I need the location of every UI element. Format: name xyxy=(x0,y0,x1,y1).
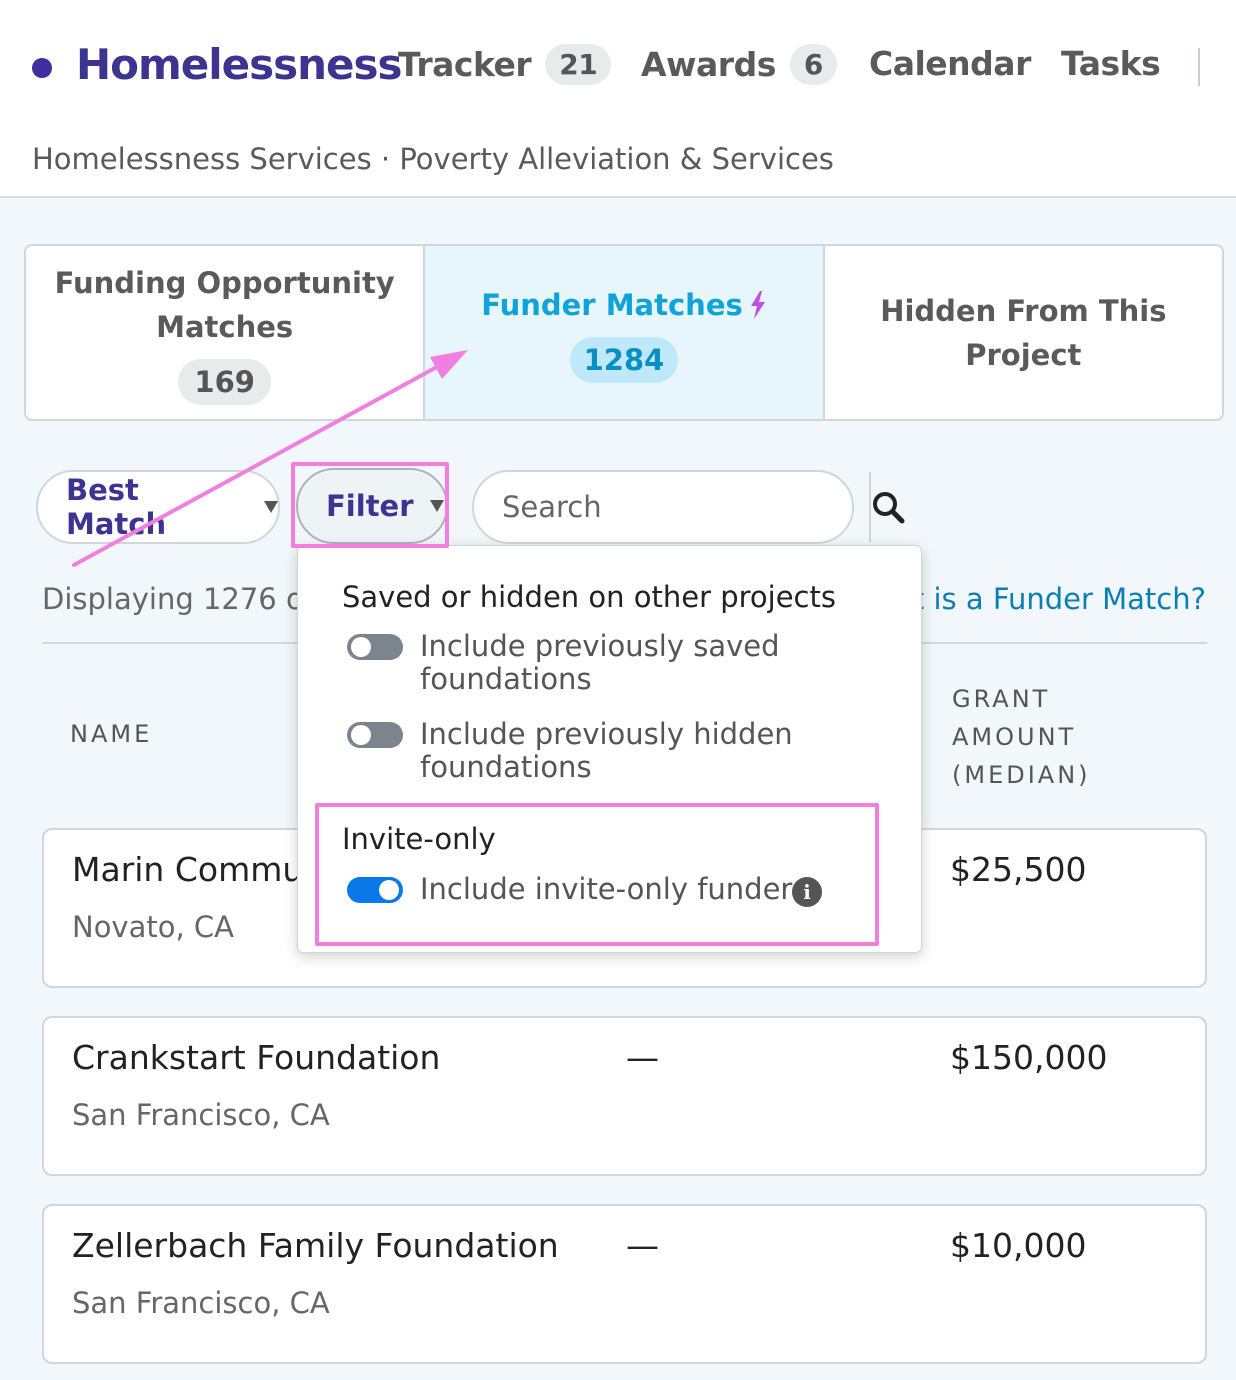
nav-awards[interactable]: Awards 6 xyxy=(641,44,837,85)
top-bar: Homelessness Tracker 21 Awards 6 Calenda… xyxy=(0,0,1236,198)
search-input[interactable] xyxy=(474,472,869,542)
filter-section-heading: Saved or hidden on other projects xyxy=(342,580,836,614)
column-header-line: AMOUNT xyxy=(952,723,1077,751)
funder-location: San Francisco, CA xyxy=(72,1098,330,1132)
tab-label: Funder Matches xyxy=(481,287,743,322)
empty-value: — xyxy=(626,1226,659,1265)
tab-label: Funding Opportunity xyxy=(54,265,395,300)
funder-name[interactable]: Zellerbach Family Foundation xyxy=(72,1226,559,1265)
funder-row[interactable]: Zellerbach Family Foundation San Francis… xyxy=(42,1204,1207,1364)
filter-dropdown-menu: Saved or hidden on other projects Includ… xyxy=(297,545,922,953)
funder-name[interactable]: Crankstart Foundation xyxy=(72,1038,440,1077)
column-header-grant-amount[interactable]: GRANT AMOUNT (MEDIAN) xyxy=(952,680,1091,794)
option-label-line: Include previously saved xyxy=(420,629,780,663)
empty-value: — xyxy=(626,1038,659,1077)
grant-amount: $150,000 xyxy=(950,1038,1108,1077)
caret-down-icon xyxy=(264,501,278,513)
nav-tracker-badge: 21 xyxy=(545,44,612,85)
option-label-line: foundations xyxy=(420,662,592,696)
nav-calendar-label: Calendar xyxy=(869,44,1031,83)
search-box xyxy=(472,470,905,544)
tab-funding-opportunity-matches[interactable]: Funding Opportunity Matches 169 xyxy=(26,246,426,419)
match-tabs: Funding Opportunity Matches 169 Funder M… xyxy=(24,244,1224,421)
filter-button[interactable]: Filter xyxy=(296,468,448,544)
tab-label: Hidden From This Project xyxy=(880,293,1167,372)
toggle-include-hidden[interactable] xyxy=(347,722,403,748)
column-header-line: GRANT xyxy=(952,685,1051,713)
funder-location: San Francisco, CA xyxy=(72,1286,330,1320)
search-icon xyxy=(873,492,905,524)
tab-funder-matches[interactable]: Funder Matches 1284 xyxy=(425,246,825,419)
funder-name[interactable]: Marin Commur xyxy=(72,850,317,889)
info-icon[interactable]: i xyxy=(792,877,822,907)
column-header-line: (MEDIAN) xyxy=(952,761,1091,789)
tab-count-badge: 169 xyxy=(178,358,271,405)
grant-amount: $10,000 xyxy=(950,1226,1087,1265)
filter-label: Filter xyxy=(326,489,414,523)
toggle-include-invite-only[interactable] xyxy=(347,877,403,903)
nav-tracker-label: Tracker xyxy=(398,45,532,84)
nav-tasks[interactable]: Tasks xyxy=(1061,44,1161,83)
funder-match-help-link[interactable]: at is a Funder Match? xyxy=(895,582,1206,616)
tab-count-badge: 1284 xyxy=(569,336,679,383)
project-categories: Homelessness Services · Poverty Alleviat… xyxy=(32,142,834,176)
option-label-include-hidden: Include previously hidden foundations xyxy=(420,718,880,784)
column-header-name[interactable]: NAME xyxy=(70,720,152,748)
tab-label: Matches xyxy=(156,309,294,344)
toggle-include-saved[interactable] xyxy=(347,634,403,660)
nav-awards-badge: 6 xyxy=(789,44,837,85)
option-label-include-saved: Include previously saved foundations xyxy=(420,630,880,696)
project-status-dot xyxy=(32,58,52,78)
sort-dropdown[interactable]: Best Match xyxy=(36,470,280,544)
results-count-text: Displaying 1276 of xyxy=(42,582,314,616)
tab-label-row: Funder Matches xyxy=(481,283,767,327)
option-label-line: foundations xyxy=(420,750,592,784)
nav-divider xyxy=(1198,48,1200,86)
funder-row[interactable]: Crankstart Foundation San Francisco, CA … xyxy=(42,1016,1207,1176)
option-label-line: Include previously hidden xyxy=(420,717,793,751)
funder-location: Novato, CA xyxy=(72,910,235,944)
grant-amount: $25,500 xyxy=(950,850,1087,889)
nav-calendar[interactable]: Calendar xyxy=(869,44,1031,83)
tab-hidden-from-project[interactable]: Hidden From This Project xyxy=(825,246,1222,419)
nav-awards-label: Awards xyxy=(641,45,776,84)
lightning-icon xyxy=(750,290,765,319)
nav-tracker[interactable]: Tracker 21 xyxy=(398,44,612,85)
project-title[interactable]: Homelessness xyxy=(76,40,403,89)
search-button[interactable] xyxy=(869,472,905,542)
caret-down-icon xyxy=(429,500,444,512)
filter-section-heading: Invite-only xyxy=(342,822,496,856)
sort-label: Best Match xyxy=(66,473,167,541)
nav-tasks-label: Tasks xyxy=(1061,44,1161,83)
